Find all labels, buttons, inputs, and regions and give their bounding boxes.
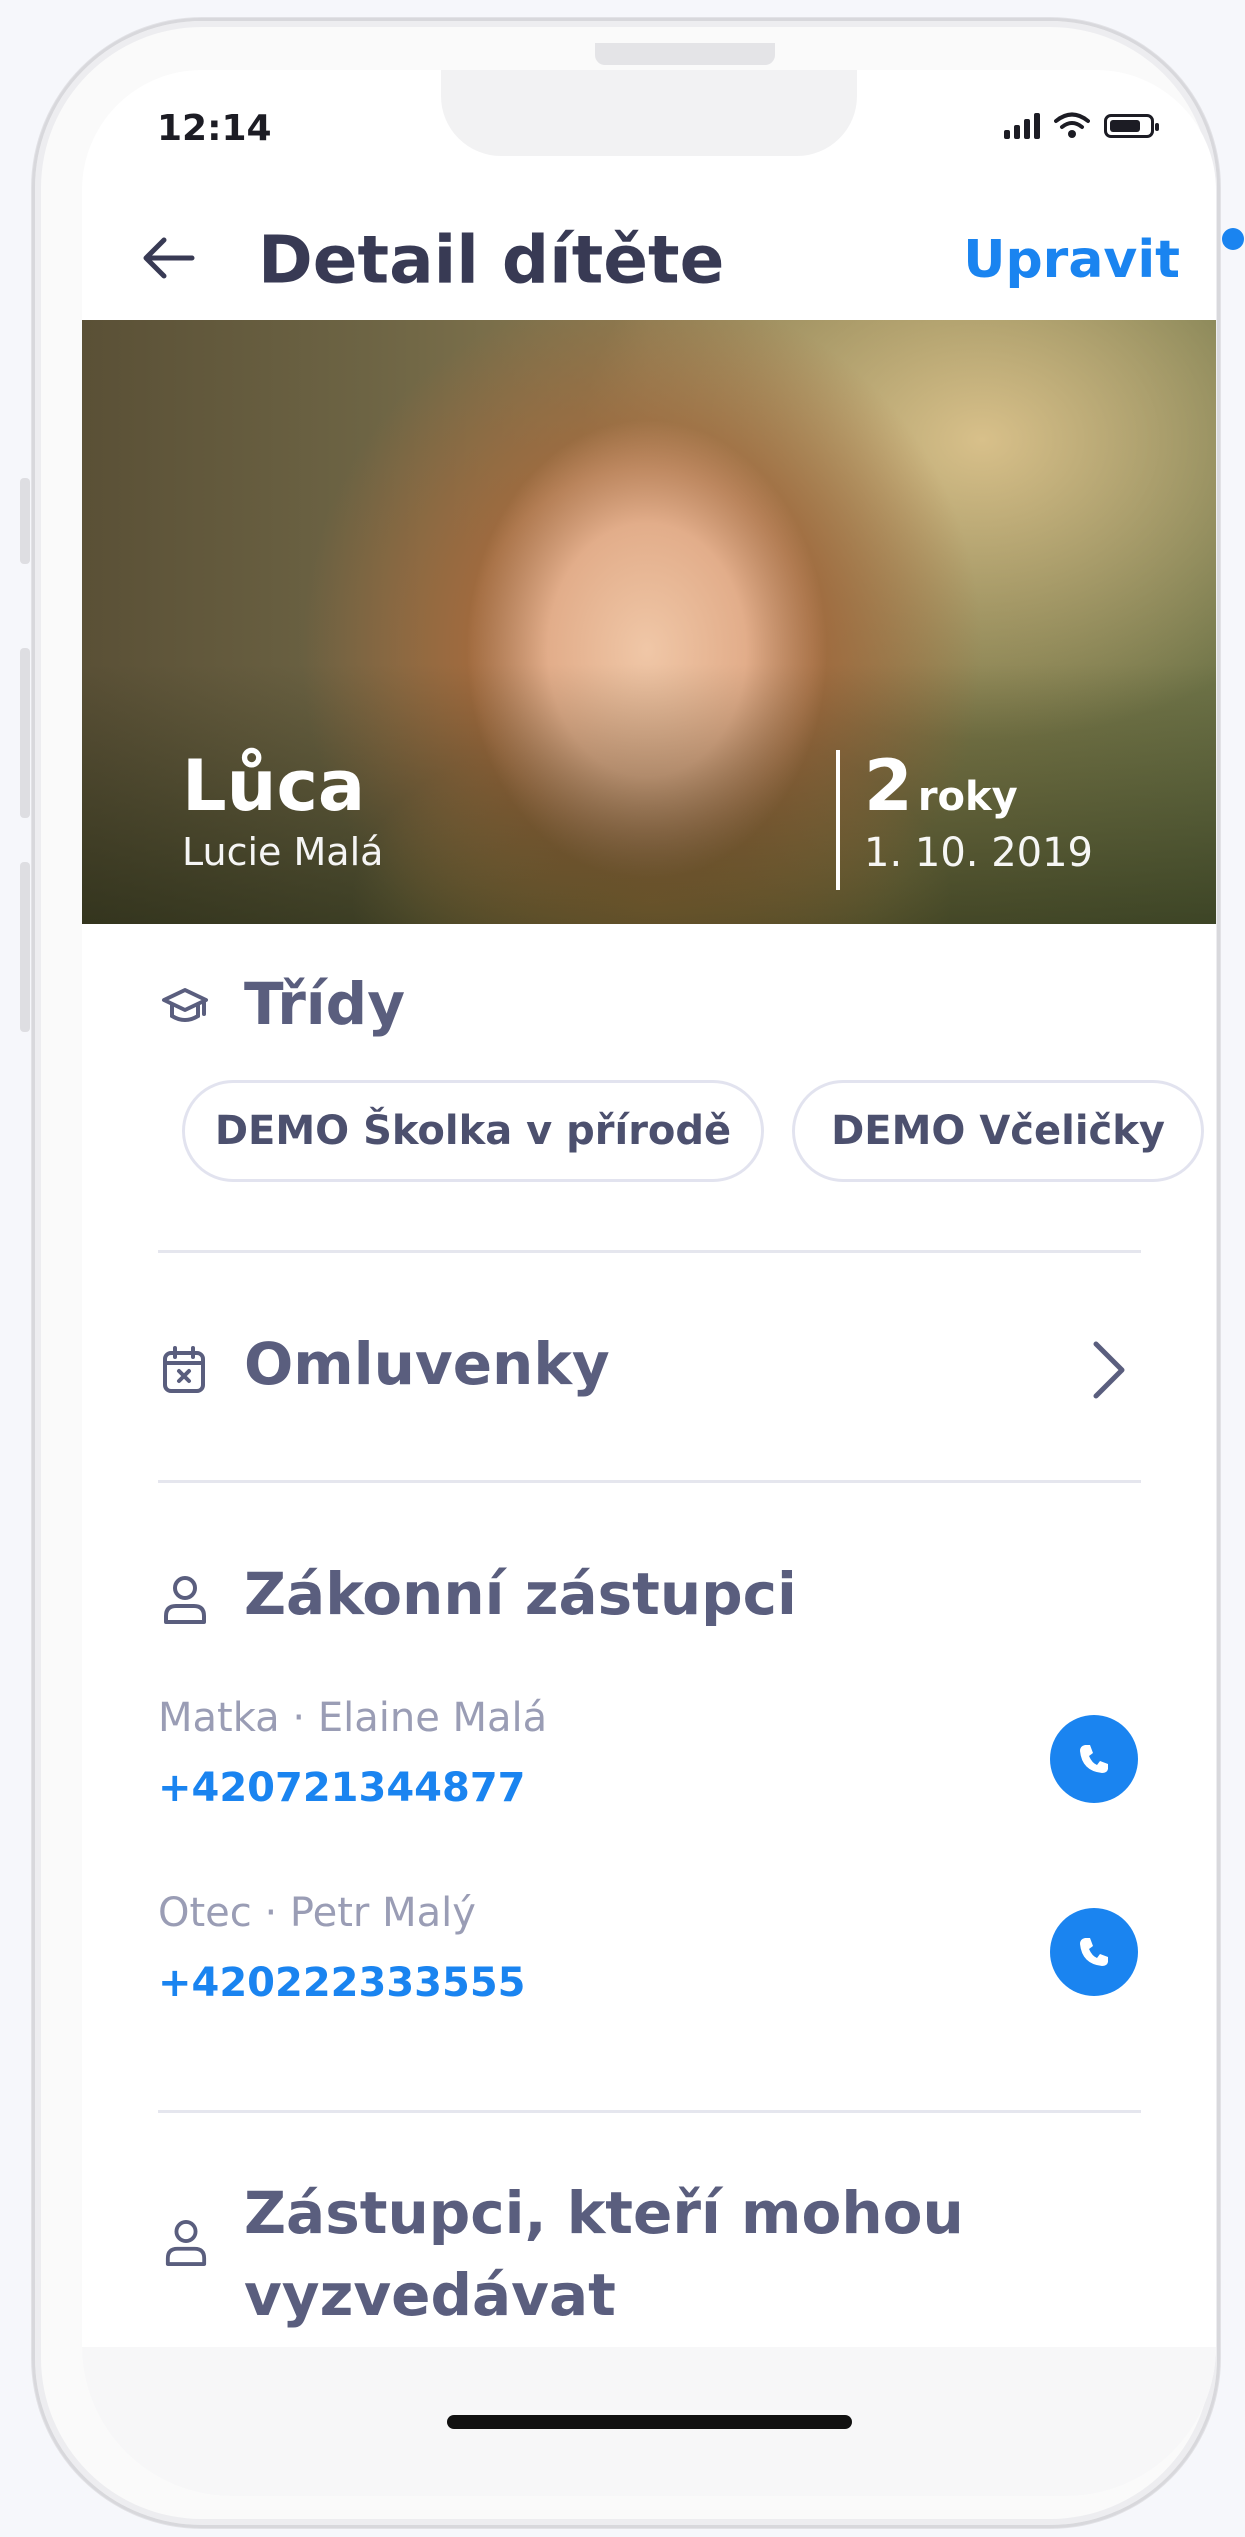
wifi-icon	[1054, 112, 1090, 138]
child-birth-date: 1. 10. 2019	[864, 830, 1094, 876]
chevron-right-icon[interactable]	[1082, 1338, 1132, 1402]
age-unit: roky	[917, 774, 1018, 820]
status-time: 12:14	[157, 108, 272, 149]
edit-button[interactable]: Upravit	[963, 230, 1180, 290]
class-chip[interactable]: DEMO Včeličky	[792, 1080, 1204, 1182]
side-button	[20, 478, 30, 564]
excuses-link[interactable]: Omluvenky	[244, 1330, 610, 1398]
page-title: Detail dítěte	[258, 221, 725, 299]
status-icons	[1004, 112, 1159, 140]
divider	[158, 1250, 1141, 1253]
child-age: 2 roky	[864, 745, 1018, 827]
calendar-x-icon	[163, 1346, 205, 1393]
child-nickname: Lůca	[182, 745, 366, 827]
guardian-label: Matka · Elaine Malá	[158, 1695, 548, 1741]
notch	[441, 70, 857, 156]
pickup-title: Zástupci, kteří mohou vyzvedávat	[244, 2172, 964, 2336]
edit-pointer-dot	[1222, 228, 1244, 250]
home-indicator[interactable]	[447, 2415, 852, 2429]
screen: 12:14 Detail dítěte Upravit Lůca Lucie M…	[82, 70, 1216, 2496]
classes-title: Třídy	[244, 970, 406, 1038]
child-full-name: Lucie Malá	[182, 830, 384, 874]
class-chip[interactable]: DEMO Školka v přírodě	[182, 1080, 764, 1182]
divider	[158, 1480, 1141, 1483]
hero-divider	[836, 750, 840, 890]
side-button	[20, 648, 30, 818]
speaker-grille	[595, 43, 775, 65]
guardian-phone-link[interactable]: +420222333555	[158, 1960, 526, 2006]
guardian-phone-link[interactable]: +420721344877	[158, 1765, 526, 1811]
back-arrow-icon[interactable]	[138, 228, 198, 288]
person-icon	[164, 1576, 206, 1624]
call-button[interactable]	[1050, 1908, 1138, 1996]
divider	[158, 2110, 1141, 2113]
person-icon	[165, 2220, 207, 2266]
battery-icon	[1104, 114, 1159, 138]
phone-icon	[1080, 1938, 1108, 1966]
guardians-title: Zákonní zástupci	[244, 1560, 797, 1628]
phone-icon	[1080, 1745, 1108, 1773]
pickup-title-line: vyzvedávat	[244, 2261, 616, 2329]
side-button	[20, 862, 30, 1032]
call-button[interactable]	[1050, 1715, 1138, 1803]
signal-icon	[1004, 113, 1040, 139]
graduation-cap-icon	[162, 988, 208, 1022]
child-photo: Lůca Lucie Malá 2 roky 1. 10. 2019	[82, 320, 1216, 924]
guardian-label: Otec · Petr Malý	[158, 1890, 476, 1936]
pickup-title-line: Zástupci, kteří mohou	[244, 2179, 964, 2247]
header: Detail dítěte Upravit	[82, 180, 1216, 320]
age-number: 2	[864, 745, 913, 827]
